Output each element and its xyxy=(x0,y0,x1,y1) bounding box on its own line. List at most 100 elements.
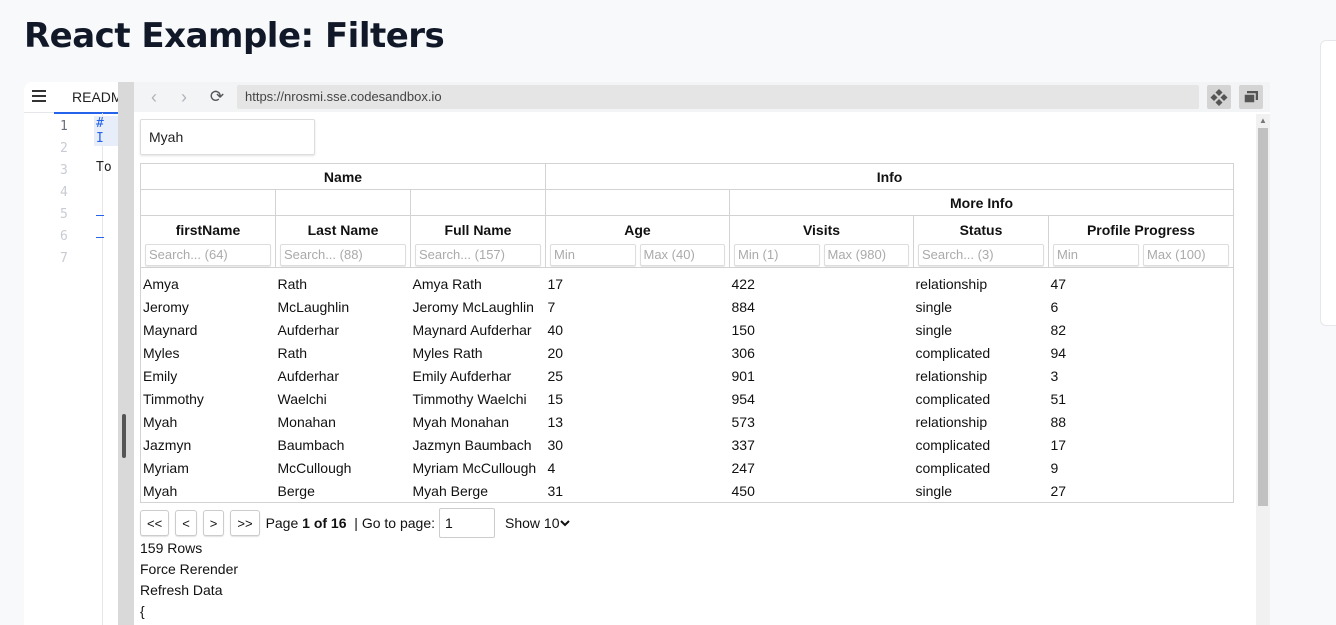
table-row: Myles Rath Myles Rath 20 306 complicated 94 xyxy=(140,341,1235,364)
table-cell: Myah xyxy=(140,410,276,433)
column-label[interactable]: Full Name xyxy=(411,222,545,238)
table-cell: 47 xyxy=(1048,267,1235,295)
table-cell: 450 xyxy=(729,479,914,503)
full-name-filter-input[interactable]: Search... (157) xyxy=(415,244,541,266)
column-header-full-name: Full Name Search... (157) xyxy=(410,215,546,268)
first-page-button[interactable]: << xyxy=(140,510,170,536)
splitter-handle[interactable] xyxy=(122,414,126,458)
goto-label: | Go to page: xyxy=(354,515,435,531)
table-cell: 150 xyxy=(731,321,755,338)
line-number: 1 xyxy=(60,119,68,134)
page-title: React Example: Filters xyxy=(24,16,445,56)
preview-scrollbar[interactable]: ▲ xyxy=(1256,114,1270,625)
placeholder-header xyxy=(545,189,730,216)
table-cell: relationship xyxy=(915,413,988,430)
table-cell: 337 xyxy=(731,436,755,453)
column-label[interactable]: Age xyxy=(546,222,729,238)
status-filter-input[interactable]: Search... (3) xyxy=(918,244,1044,266)
table-cell: McCullough xyxy=(277,459,352,476)
last-page-button[interactable]: >> xyxy=(230,510,260,536)
table-cell: 30 xyxy=(547,436,564,453)
placeholder-header xyxy=(275,189,411,216)
column-header-last-name: Last Name Search... (88) xyxy=(275,215,411,268)
table-cell: Timmothy Waelchi xyxy=(412,390,527,407)
table-cell: complicated xyxy=(915,344,991,361)
table-row: Myah Berge Myah Berge 31 450 single 27 xyxy=(140,479,1235,503)
table-cell: Amya xyxy=(140,267,276,295)
column-label[interactable]: Status xyxy=(914,222,1048,238)
placeholder-header xyxy=(410,189,546,216)
prev-page-button[interactable]: < xyxy=(175,510,197,536)
line-number: 5 xyxy=(60,207,68,222)
forward-icon[interactable]: › xyxy=(174,87,194,107)
table-cell: 4 xyxy=(547,459,556,476)
back-icon[interactable]: ‹ xyxy=(144,87,164,107)
table-cell: 17 xyxy=(547,275,564,292)
table-cell: Jazmyn xyxy=(140,433,276,456)
table-cell: single xyxy=(913,479,1049,503)
global-search-input[interactable]: Myah xyxy=(140,119,315,155)
placeholder-header xyxy=(140,189,276,216)
visits-max-input[interactable]: Max (980) xyxy=(823,244,909,266)
code-line-text[interactable]: To xyxy=(96,160,112,175)
column-label[interactable]: Visits xyxy=(730,222,913,238)
table-cell: 9 xyxy=(1048,456,1235,479)
page-status: 1 of 16 xyxy=(302,515,347,531)
code-editor-pane: READM 1 2 3 4 5 6 7 # I To xyxy=(24,82,118,625)
table-row: Jeromy McLaughlin Jeromy McLaughlin 7 884 sin… xyxy=(140,295,1235,318)
table-row: Maynard Aufderhar Maynard Aufderhar 40 150 si… xyxy=(140,318,1235,341)
table-row: Jazmyn Baumbach Jazmyn Baumbach 30 337 compli… xyxy=(140,433,1235,456)
visits-min-input[interactable]: Min (1) xyxy=(734,244,820,266)
column-label[interactable]: Profile Progress xyxy=(1049,222,1233,238)
table-cell: single xyxy=(915,321,953,338)
table-cell: Rath xyxy=(277,344,308,361)
url-bar[interactable]: https://nrosmi.sse.codesandbox.io xyxy=(237,85,1199,109)
table-cell: 7 xyxy=(547,298,556,315)
chevron-down-icon xyxy=(560,520,571,527)
table-cell: McLaughlin xyxy=(277,298,350,315)
table-cell: Myriam McCullough xyxy=(412,459,537,476)
table-cell: 954 xyxy=(731,390,755,407)
age-max-input[interactable]: Max (40) xyxy=(639,244,725,266)
row-count: 159 Rows xyxy=(140,540,203,556)
table-cell: Berge xyxy=(275,479,411,503)
menu-icon[interactable] xyxy=(32,90,46,105)
table-cell: 25 xyxy=(547,367,564,384)
code-line-dash xyxy=(96,215,104,216)
table-cell: 13 xyxy=(547,413,564,430)
age-min-input[interactable]: Min xyxy=(550,244,636,266)
next-page-button[interactable]: > xyxy=(202,510,225,536)
table-cell: Jeromy McLaughlin xyxy=(412,298,534,315)
table-cell: Emily xyxy=(140,364,276,387)
table-cell: 247 xyxy=(731,459,755,476)
side-panel xyxy=(1320,40,1336,326)
last-name-filter-input[interactable]: Search... (88) xyxy=(280,244,406,266)
goto-page-input[interactable]: 1 xyxy=(439,508,495,538)
table-cell: 3 xyxy=(1048,364,1235,387)
column-label[interactable]: Last Name xyxy=(276,222,410,238)
first-name-filter-input[interactable]: Search... (64) xyxy=(145,244,271,266)
line-number: 7 xyxy=(60,251,68,266)
code-line-heading[interactable]: # I xyxy=(94,116,118,146)
table-cell: Baumbach xyxy=(277,436,345,453)
progress-min-input[interactable]: Min xyxy=(1053,244,1140,266)
scrollbar-thumb[interactable] xyxy=(1258,128,1268,506)
code-line-dash xyxy=(96,237,104,238)
table-cell: complicated xyxy=(915,459,991,476)
tab-readme[interactable]: READM xyxy=(54,82,118,114)
table-cell: complicated xyxy=(915,390,991,407)
progress-max-input[interactable]: Max (100) xyxy=(1143,244,1230,266)
refresh-data-button[interactable]: Refresh Data xyxy=(140,582,222,598)
scroll-up-icon[interactable]: ▲ xyxy=(1259,116,1267,125)
reload-icon[interactable]: ⟳ xyxy=(207,87,227,107)
page-size-select[interactable]: Show 10 xyxy=(505,515,571,531)
pane-splitter[interactable] xyxy=(118,82,134,625)
force-rerender-button[interactable]: Force Rerender xyxy=(140,561,238,577)
open-in-window-icon[interactable] xyxy=(1239,85,1263,109)
table-row: Myriam McCullough Myriam McCullough 4 247 com… xyxy=(140,456,1235,479)
table-cell: 306 xyxy=(731,344,755,361)
table-cell: 884 xyxy=(731,298,755,315)
devtools-icon[interactable] xyxy=(1207,85,1231,109)
column-label[interactable]: firstName xyxy=(141,222,275,238)
group-header-more-info: More Info xyxy=(728,189,1235,216)
